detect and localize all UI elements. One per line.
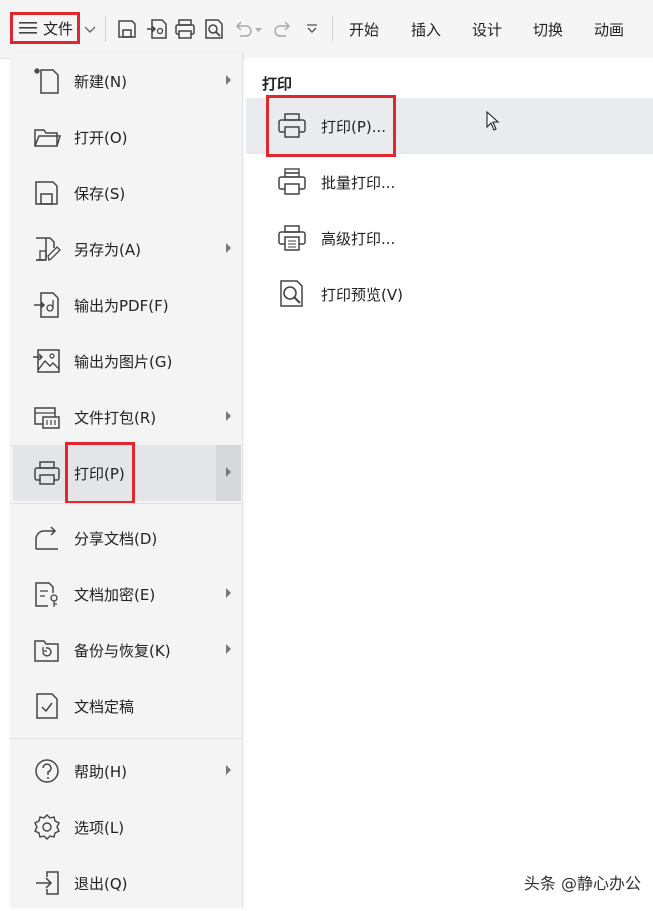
help-icon (35, 759, 59, 783)
chevron-right-icon (226, 75, 231, 85)
print-item-preview[interactable]: 打印预览(V) (246, 266, 653, 322)
printer-icon (34, 461, 60, 485)
menu-item-encrypt[interactable]: 文档加密(E) (13, 566, 241, 622)
export-pdf-icon[interactable] (146, 18, 168, 40)
chevron-right-icon (226, 243, 231, 253)
quick-access-toolbar: 文件 开始 插入 设计 切换 动画 (0, 0, 653, 59)
menu-item-share[interactable]: 分享文档(D) (13, 510, 241, 566)
save-icon (35, 181, 58, 205)
submenu-title: 打印 (262, 75, 293, 93)
tab-animations[interactable]: 动画 (594, 19, 624, 40)
menu-item-save-as[interactable]: 另存为(A) (13, 221, 241, 277)
tab-home[interactable]: 开始 (349, 19, 379, 40)
chevron-down-icon[interactable] (83, 22, 97, 36)
finalize-icon (36, 693, 58, 719)
print-preview-icon[interactable] (203, 18, 225, 40)
menu-item-print[interactable]: 打印(P) (13, 442, 241, 504)
export-pdf-icon (34, 292, 59, 318)
menu-item-help[interactable]: 帮助(H) (13, 743, 241, 799)
menu-item-exit[interactable]: 退出(Q) (13, 855, 241, 911)
file-menu-button[interactable]: 文件 (10, 12, 80, 44)
export-image-icon (33, 349, 60, 373)
menu-item-package[interactable]: 文件打包(R) (13, 389, 241, 445)
menu-item-export-pdf[interactable]: 输出为PDF(F) (13, 277, 241, 333)
chevron-right-icon (226, 588, 231, 598)
undo-dropdown-icon[interactable] (254, 25, 263, 34)
menu-item-save[interactable]: 保存(S) (13, 165, 241, 221)
watermark: 头条 @静心办公 (523, 874, 641, 893)
backup-icon (34, 640, 59, 662)
advanced-print-icon (278, 225, 306, 251)
print-item-advanced[interactable]: 高级打印... (246, 210, 653, 266)
menu-item-backup[interactable]: 备份与恢复(K) (13, 622, 241, 678)
share-icon (35, 526, 58, 550)
folder-open-icon (34, 129, 61, 147)
menu-item-options[interactable]: 选项(L) (13, 799, 241, 855)
save-icon[interactable] (116, 18, 138, 40)
file-menu: 新建(N) 打开(O) 保存(S) 另存为(A) 输出为PDF(F) 输出为图片… (10, 52, 243, 908)
redo-icon[interactable] (272, 18, 294, 40)
print-submenu: 打印 打印(P)... 批量打印... 高级打印... 打印预览(V) (246, 58, 653, 908)
tab-transitions[interactable]: 切换 (533, 19, 563, 40)
tab-insert[interactable]: 插入 (411, 19, 441, 40)
menu-item-finalize[interactable]: 文档定稿 (13, 678, 241, 734)
print-preview-icon (280, 280, 303, 307)
file-menu-label: 文件 (43, 19, 74, 38)
print-item-print[interactable]: 打印(P)... (246, 95, 653, 157)
chevron-right-icon (226, 765, 231, 775)
chevron-right-icon (226, 644, 231, 654)
package-icon (34, 407, 60, 429)
menu-item-new[interactable]: 新建(N) (13, 53, 241, 109)
more-commands-icon[interactable] (305, 22, 319, 36)
menu-item-open[interactable]: 打开(O) (13, 109, 241, 165)
tab-design[interactable]: 设计 (472, 19, 502, 40)
chevron-right-icon (226, 467, 231, 477)
menu-item-export-image[interactable]: 输出为图片(G) (13, 333, 241, 389)
encrypt-icon (35, 582, 58, 607)
exit-icon (36, 871, 59, 895)
mouse-cursor-icon (486, 111, 500, 131)
save-as-icon (36, 237, 61, 261)
new-file-icon (34, 68, 59, 94)
print-item-batch[interactable]: 批量打印... (246, 154, 653, 210)
gear-icon (34, 814, 60, 840)
chevron-right-icon (226, 411, 231, 421)
hamburger-icon (19, 22, 37, 34)
undo-icon[interactable] (232, 18, 254, 40)
printer-icon[interactable] (174, 18, 196, 40)
batch-print-icon (278, 168, 306, 195)
